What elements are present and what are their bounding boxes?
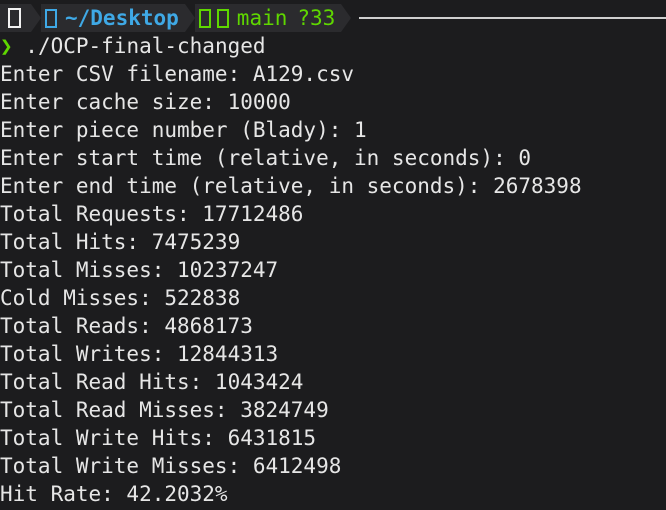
git-branch: main: [236, 6, 288, 30]
git-segment: main ?33: [194, 4, 342, 32]
output-line: Enter cache size: 10000: [0, 90, 291, 114]
prompt-rule: [359, 17, 666, 19]
command-text: ./OCP-final-changed: [12, 34, 266, 58]
output-line: Total Write Hits: 6431815: [0, 426, 317, 450]
prompt-bar: ~/Desktop main ?33: [0, 4, 666, 32]
output-line: Total Read Misses: 3824749: [0, 398, 329, 422]
segment-separator: [184, 4, 195, 32]
command-line: ❯ ./OCP-final-changed: [0, 32, 666, 60]
terminal-window[interactable]: ~/Desktop main ?33 ❯ ./OCP-final-changed…: [0, 0, 666, 510]
directory-segment: ~/Desktop: [41, 4, 185, 32]
current-directory: ~/Desktop: [65, 6, 179, 30]
output-line: Enter start time (relative, in seconds):…: [0, 146, 532, 170]
prompt-arrow: ❯: [0, 34, 13, 58]
git-branch-icon: [216, 8, 229, 28]
git-status: ?33: [297, 6, 336, 30]
os-segment: [0, 4, 31, 32]
output-line: Total Hits: 7475239: [0, 230, 241, 254]
segment-separator: [341, 4, 352, 32]
folder-icon: [45, 8, 57, 28]
output-line: Enter piece number (Blady): 1: [0, 118, 367, 142]
apple-logo-icon: [8, 8, 21, 28]
output-line: Total Requests: 17712486: [0, 202, 304, 226]
output-line: Hit Rate: 42.2032%: [0, 482, 228, 506]
output-line: Total Read Hits: 1043424: [0, 370, 304, 394]
output-line: Total Reads: 4868173: [0, 314, 253, 338]
output-line: Total Writes: 12844313: [0, 342, 279, 366]
segment-separator: [31, 4, 41, 32]
output-line: Total Write Misses: 6412498: [0, 454, 342, 478]
output-line: Total Misses: 10237247: [0, 258, 279, 282]
output-line: Enter end time (relative, in seconds): 2…: [0, 174, 582, 198]
output-line: Cold Misses: 522838: [0, 286, 241, 310]
git-icon: [198, 8, 211, 28]
output-line: Enter CSV filename: A129.csv: [0, 62, 355, 86]
